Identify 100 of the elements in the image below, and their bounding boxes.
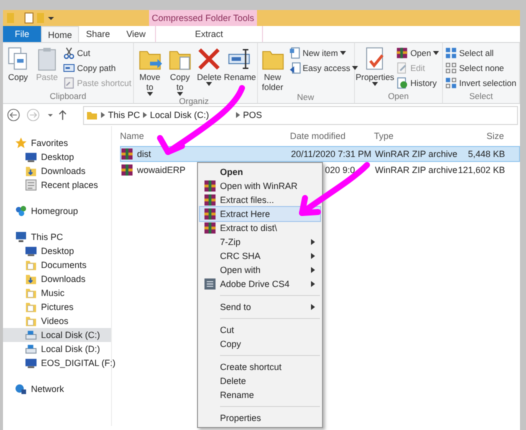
- menu-item[interactable]: Extract to dist\: [200, 221, 320, 235]
- column-header[interactable]: Type: [374, 131, 456, 141]
- column-header[interactable]: Size: [456, 131, 504, 141]
- ribbon-button[interactable]: History: [395, 76, 440, 90]
- quick-access-icons[interactable]: [5, 11, 55, 25]
- sidebar-item[interactable]: Network: [3, 382, 111, 396]
- menu-item[interactable]: Extract Here: [200, 207, 320, 221]
- ribbon-button[interactable]: Open: [395, 46, 440, 60]
- sidebar-item[interactable]: Desktop: [3, 150, 111, 164]
- monitor-icon: [25, 245, 37, 257]
- menu-item[interactable]: Cut: [200, 323, 320, 337]
- table-cell: WinRAR ZIP archive: [375, 149, 458, 159]
- menu-item[interactable]: Open: [200, 165, 320, 179]
- chevron-icon: [143, 112, 148, 118]
- annotation-arrow: [299, 162, 370, 216]
- list-icon: [204, 278, 216, 290]
- file-name[interactable]: wowaidERP: [137, 165, 186, 175]
- group-label: Select: [468, 91, 494, 103]
- sidebar-item[interactable]: Homegroup: [3, 204, 111, 218]
- ribbon-button[interactable]: Select all: [444, 46, 518, 60]
- menu-item[interactable]: Create shortcut: [200, 360, 320, 374]
- menu-item[interactable]: Properties: [200, 411, 320, 425]
- group-label: Organiz: [178, 96, 210, 106]
- ribbon-button[interactable]: Easy access: [288, 61, 360, 75]
- ribbon-button[interactable]: Copy: [4, 46, 32, 82]
- column-header[interactable]: Name: [120, 131, 290, 141]
- archive-icon: [204, 208, 216, 220]
- sidebar-item[interactable]: Local Disk (D:): [3, 342, 111, 356]
- downloads-folder-icon: [25, 165, 37, 177]
- table-cell: 020 9:0: [325, 165, 356, 175]
- sidebar-item[interactable]: Music: [3, 286, 111, 300]
- sidebar-item[interactable]: Desktop: [3, 244, 111, 258]
- shortcut-icon: [63, 77, 75, 89]
- ribbon-button[interactable]: Select none: [444, 61, 518, 75]
- new-item-icon: [288, 47, 301, 59]
- menu-item[interactable]: Rename: [200, 388, 320, 402]
- file-name[interactable]: dist: [137, 149, 152, 159]
- ribbon-tab[interactable]: Extract: [155, 26, 263, 42]
- sidebar-item[interactable]: Videos: [3, 314, 111, 328]
- sidebar-item[interactable]: This PC: [3, 230, 111, 244]
- archive-icon: [121, 148, 133, 160]
- ribbon-button[interactable]: Move to: [135, 46, 165, 96]
- rename-icon: [226, 46, 253, 72]
- address-bar[interactable]: This PC Local Disk (C:) POS: [83, 106, 518, 124]
- recent-places-icon: [25, 179, 37, 191]
- scissors-icon: [63, 47, 75, 59]
- sidebar-item[interactable]: Pictures: [3, 300, 111, 314]
- ribbon-tab[interactable]: Share: [79, 26, 117, 42]
- select-all-icon: [445, 47, 458, 59]
- select-none-icon: [445, 62, 458, 74]
- easy-access-icon: [288, 62, 301, 74]
- group-label: Clipboard: [48, 91, 88, 103]
- monitor-icon: [25, 357, 37, 369]
- caret-icon: [340, 51, 346, 55]
- menu-item[interactable]: Open with: [200, 263, 320, 277]
- group-label: Open: [386, 91, 410, 103]
- monitor-icon: [25, 151, 37, 163]
- menu-item[interactable]: CRC SHA: [200, 249, 320, 263]
- sidebar-item[interactable]: Documents: [3, 258, 111, 272]
- ribbon-button[interactable]: Cut: [62, 46, 132, 60]
- column-header[interactable]: Date modified: [290, 131, 374, 141]
- ribbon-button[interactable]: Copy to: [166, 46, 194, 96]
- folder-icon: [25, 315, 37, 327]
- menu-item[interactable]: Send to: [200, 300, 320, 314]
- menu-item[interactable]: Delete: [200, 374, 320, 388]
- menu-item[interactable]: Copy: [200, 337, 320, 351]
- ribbon-tab[interactable]: Home: [41, 26, 79, 42]
- group-label: New: [296, 92, 316, 103]
- homegroup-icon: [15, 205, 27, 217]
- ribbon-tab[interactable]: File: [3, 26, 41, 42]
- ribbon-button[interactable]: Invert selection: [444, 76, 518, 90]
- ribbon-button[interactable]: Delete: [195, 46, 224, 86]
- table-cell: WinRAR ZIP archive: [375, 165, 458, 175]
- menu-item[interactable]: Extract files...: [200, 193, 320, 207]
- sidebar-item[interactable]: Favorites: [3, 136, 111, 150]
- caret-icon: [146, 92, 153, 96]
- archive-icon: [204, 194, 216, 206]
- sidebar-item[interactable]: Local Disk (C:): [3, 328, 111, 342]
- archive-icon: [121, 164, 133, 176]
- folder-icon: [86, 109, 98, 121]
- menu-item[interactable]: Adobe Drive CS4: [200, 277, 320, 291]
- ribbon-tab[interactable]: View: [117, 26, 155, 42]
- history-icon: [396, 77, 408, 89]
- submenu-arrow-icon: [311, 253, 315, 259]
- downloads-folder-icon: [25, 273, 37, 285]
- folder-icon: [25, 287, 37, 299]
- table-cell: 5,448 KB: [468, 149, 505, 159]
- ribbon-button[interactable]: Copy path: [62, 61, 132, 75]
- archive-icon: [396, 47, 408, 59]
- sidebar-item[interactable]: Recent places: [3, 178, 111, 192]
- ribbon-button[interactable]: Rename: [224, 46, 256, 82]
- menu-item[interactable]: Open with WinRAR: [200, 179, 320, 193]
- caret-icon: [352, 66, 358, 70]
- network-icon: [15, 383, 27, 395]
- caret-icon: [433, 51, 440, 55]
- menu-item[interactable]: 7-Zip: [200, 235, 320, 249]
- folder-icon: [25, 301, 37, 313]
- ribbon-button[interactable]: New folder: [258, 46, 287, 92]
- sidebar-item[interactable]: Downloads: [3, 272, 111, 286]
- sidebar-item[interactable]: Downloads: [3, 164, 111, 178]
